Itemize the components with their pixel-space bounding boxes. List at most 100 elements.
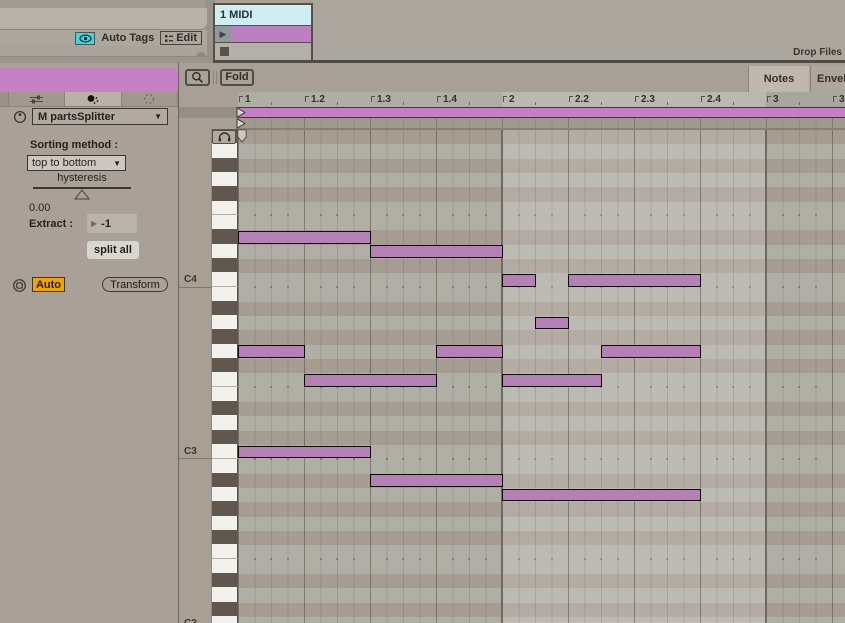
piano-keyboard[interactable] (211, 129, 238, 623)
track-title[interactable]: 1 MIDI (215, 5, 311, 26)
tab-notes[interactable]: Notes (748, 66, 809, 92)
piano-key-black-G#2[interactable] (212, 501, 239, 515)
midi-note-C3[interactable] (238, 446, 371, 459)
loop-region[interactable] (238, 107, 845, 118)
device-panel: M partsSplitter ▼ Sorting method : top t… (0, 63, 178, 623)
device-activator-icon[interactable] (13, 110, 27, 127)
midi-note-G3[interactable] (436, 345, 503, 358)
clip-slot[interactable]: ▶ (215, 26, 311, 43)
auto-tags-eye-toggle[interactable] (75, 32, 95, 45)
tab-device[interactable] (65, 92, 121, 106)
scrub-area[interactable] (179, 118, 845, 129)
piano-key-black-G#3[interactable] (212, 329, 239, 343)
midi-clip[interactable] (231, 26, 311, 42)
midi-note-C4[interactable] (502, 274, 536, 287)
white-key-separator (212, 214, 239, 215)
loop-start-marker-icon[interactable] (236, 107, 246, 118)
ruler-beat-label[interactable]: 2.2 (569, 94, 589, 105)
midi-note-D4[interactable] (370, 245, 503, 258)
edit-button[interactable]: Edit (160, 31, 202, 45)
map-mode-icon[interactable] (12, 278, 27, 296)
ruler-half-tick (601, 102, 602, 105)
midi-note-G3[interactable] (601, 345, 701, 358)
browser-top-strip (0, 0, 215, 8)
clip-start-flag-icon[interactable] (237, 129, 247, 143)
browser-header-strip (0, 8, 207, 30)
beat-time-ruler[interactable]: 1 1.2 1.3 1.4 2 2.2 2.3 2.4 3 3.2 (179, 92, 845, 107)
device-clip-color-bar[interactable] (0, 68, 178, 92)
midi-note-F3[interactable] (502, 374, 602, 387)
loop-region-bar[interactable] (179, 107, 845, 118)
tab-envelopes[interactable]: Envelopes (810, 66, 845, 92)
ruler-beat-label[interactable]: 3 (767, 94, 779, 105)
preview-headphone-button[interactable] (212, 130, 236, 144)
ruler-segment (502, 92, 766, 107)
toolbar-divider (213, 71, 214, 84)
ruler-beat-label[interactable]: 2.3 (635, 94, 655, 105)
tab-clip[interactable] (9, 92, 65, 106)
scrub-grid[interactable] (238, 118, 845, 129)
extract-number-box[interactable]: ▶ -1 (87, 214, 137, 233)
transform-button[interactable]: Transform (102, 277, 168, 292)
device-tab-margin (0, 92, 9, 106)
device-name: M partsSplitter (38, 111, 115, 123)
hysteresis-value[interactable]: 0.00 (29, 202, 50, 214)
ruler-half-tick (271, 102, 272, 105)
ruler-beat-label[interactable]: 1.4 (437, 94, 457, 105)
piano-key-black-D#4[interactable] (212, 229, 239, 243)
ruler-beat-label[interactable]: 1 (239, 94, 251, 105)
chevron-down-icon: ▼ (154, 112, 162, 121)
midi-note-editor: Fold Notes Envelopes 1 1.2 1.3 1.4 2 2.2 2.3 2.… (178, 63, 845, 623)
midi-note-C4[interactable] (568, 274, 701, 287)
edit-grid-icon (165, 34, 173, 43)
stop-slot[interactable] (215, 43, 311, 60)
midi-note-A2[interactable] (502, 489, 701, 502)
extract-value: -1 (101, 218, 111, 230)
auto-button[interactable]: Auto (32, 277, 65, 292)
clip-play-icon[interactable]: ▶ (215, 26, 231, 42)
piano-key-black-C#4[interactable] (212, 258, 239, 272)
piano-key-black-F#2[interactable] (212, 530, 239, 544)
chevron-down-icon: ▼ (113, 159, 121, 168)
white-key-separator (212, 558, 239, 559)
piano-key-black-G#4[interactable] (212, 158, 239, 172)
note-grid[interactable] (238, 129, 845, 623)
white-key-separator (212, 386, 239, 387)
midi-note-D#4[interactable] (238, 231, 371, 244)
octave-gutter: C4C3C2 (179, 129, 211, 623)
piano-key-black-F#3[interactable] (212, 358, 239, 372)
octave-label-C4: C4 (184, 274, 197, 285)
bar-line (765, 130, 767, 623)
ruler-beat-label[interactable]: 3.2 (833, 94, 845, 105)
browser-lower-strip (0, 46, 207, 57)
ruler-beat-label[interactable]: 1.3 (371, 94, 391, 105)
piano-key-black-D#3[interactable] (212, 401, 239, 415)
sorting-method-dropdown[interactable]: top to bottom ▼ (27, 155, 126, 171)
split-all-button[interactable]: split all (87, 241, 139, 259)
drop-files-hint: Drop Files (793, 47, 842, 58)
tab-io[interactable] (122, 92, 178, 106)
piano-key-black-C#3[interactable] (212, 430, 239, 444)
piano-key-black-A#3[interactable] (212, 301, 239, 315)
midi-note-A#2[interactable] (370, 474, 503, 487)
piano-key-black-C#2[interactable] (212, 602, 239, 616)
octave-divider (179, 458, 211, 459)
piano-key-black-F#4[interactable] (212, 186, 239, 200)
piano-key-black-A#2[interactable] (212, 473, 239, 487)
zoom-search-button[interactable] (185, 69, 210, 86)
midi-note-F3[interactable] (304, 374, 437, 387)
browser-toolbar: Auto Tags Edit (0, 30, 207, 46)
ruler-beat-label[interactable]: 2 (503, 94, 515, 105)
piano-key-black-D#2[interactable] (212, 573, 239, 587)
ableton-live-window: Auto Tags Edit 1 MIDI ▶ Drop Files (0, 0, 845, 623)
edit-button-label: Edit (176, 32, 197, 44)
midi-note-A3[interactable] (535, 317, 569, 330)
ruler-beat-label[interactable]: 2.4 (701, 94, 721, 105)
clip-start-marker-icon[interactable] (236, 118, 246, 129)
midi-note-G3[interactable] (238, 345, 305, 358)
hysteresis-slider-handle[interactable] (74, 189, 90, 203)
fold-button[interactable]: Fold (220, 69, 254, 86)
ruler-beat-label[interactable]: 1.2 (305, 94, 325, 105)
device-name-dropdown[interactable]: M partsSplitter ▼ (32, 108, 168, 125)
ruler-half-tick (667, 102, 668, 105)
